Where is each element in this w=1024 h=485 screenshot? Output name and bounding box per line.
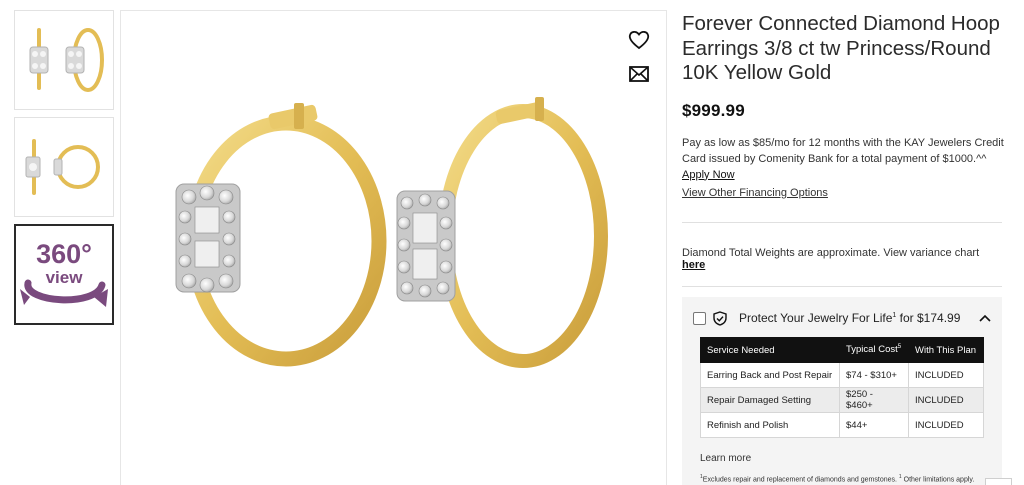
wishlist-button[interactable] [626,27,652,53]
protection-plan-panel: Protect Your Jewelry For Life1 for $174.… [682,297,1012,485]
table-row: Refinish and Polish $44+ INCLUDED [700,412,984,438]
protection-plan-table: Service Needed Typical Cost5 With This P… [700,337,984,438]
share-email-button[interactable] [626,61,652,87]
plan-title-text: Protect Your Jewelry For Life [739,311,893,325]
table-cell: INCLUDED [908,387,984,413]
variance-note: Diamond Total Weights are approximate. V… [682,246,1002,271]
earrings-photo [175,97,608,368]
table-header-row: Service Needed Typical Cost5 With This P… [700,337,984,363]
product-price: $999.99 [682,100,745,120]
table-cell: $250 - $460+ [839,387,909,413]
table-cell: Earring Back and Post Repair [700,362,840,388]
apply-now-link[interactable]: Apply Now [682,169,735,181]
main-product-image[interactable] [120,10,667,485]
thumbnail-front-view[interactable] [14,10,114,110]
envelope-icon [629,66,649,82]
financing-text: Pay as low as $85/mo for 12 months with … [682,135,1004,183]
badge-360-text: 360° [36,239,92,269]
divider [682,221,1002,223]
thumbnail-list: 360° view [14,10,114,332]
table-cell: INCLUDED [908,362,984,388]
financing-description: Pay as low as $85/mo for 12 months with … [682,136,1004,165]
badge-view-text: view [46,268,84,287]
heart-icon [628,31,650,50]
table-cell: INCLUDED [908,412,984,438]
column-header-sup: 5 [897,344,902,351]
product-info: Forever Connected Diamond Hoop Earrings … [682,12,1004,287]
divider [682,285,1002,287]
table-cell: $44+ [839,412,909,438]
plan-title-sup: 1 [892,312,897,319]
earrings-front-image [29,28,104,92]
shield-check-icon [713,310,729,326]
column-header-text: Typical Cost [846,344,898,356]
footnote-text-b: Other limitations apply. [903,476,975,484]
variance-chart-link[interactable]: here [682,259,705,271]
earrings-side-image [25,139,100,195]
column-header: Typical Cost5 [839,337,909,363]
variance-text: Diamond Total Weights are approximate. V… [682,246,980,259]
plan-footnote: 1Excludes repair and replacement of diam… [700,474,974,483]
product-title: Forever Connected Diamond Hoop Earrings … [682,12,1000,84]
product-page: 360° view Forever Connected Diamond Hoop… [0,0,1024,485]
chevron-up-icon[interactable] [977,310,993,326]
footnote-sup-2: 1 [898,474,902,480]
protection-plan-header[interactable]: Protect Your Jewelry For Life1 for $174.… [693,310,993,326]
table-row: Repair Damaged Setting $250 - $460+ INCL… [700,387,984,413]
table-row: Earring Back and Post Repair $74 - $310+… [700,362,984,388]
thumbnail-side-view[interactable] [14,117,114,217]
column-header: With This Plan [908,337,984,363]
thumbnail-360-view[interactable]: 360° view [14,224,114,325]
table-cell: Refinish and Polish [700,412,840,438]
chat-widget-tab[interactable] [985,478,1012,485]
other-financing-link[interactable]: View Other Financing Options [682,187,828,199]
rotate-360-icon: 360° view [20,239,108,307]
footnote-text-a: Excludes repair and replacement of diamo… [702,476,897,484]
protection-plan-title: Protect Your Jewelry For Life1 for $174.… [739,311,960,325]
protection-plan-checkbox[interactable] [693,311,706,325]
column-header: Service Needed [700,337,840,363]
plan-price-text: for $174.99 [899,311,961,325]
table-cell: $74 - $310+ [839,362,909,388]
learn-more-link[interactable]: Learn more [700,453,751,464]
table-cell: Repair Damaged Setting [700,387,840,413]
